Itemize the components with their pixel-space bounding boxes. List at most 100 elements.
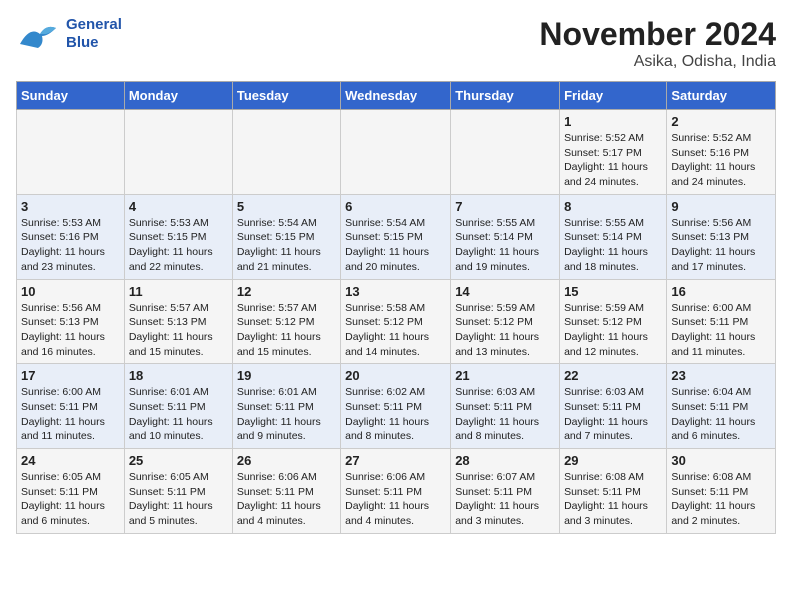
header-cell-sunday: Sunday (17, 82, 125, 110)
calendar-week-5: 24 Sunrise: 6:05 AM Sunset: 5:11 PM Dayli… (17, 449, 776, 534)
calendar-cell: 5 Sunrise: 5:54 AM Sunset: 5:15 PM Daylig… (232, 194, 340, 279)
day-number: 18 (129, 368, 228, 383)
logo-general-text: General (66, 16, 122, 34)
logo-blue-text: Blue (66, 34, 122, 52)
day-info: Sunrise: 5:57 AM Sunset: 5:12 PM Dayligh… (237, 301, 336, 360)
day-info: Sunrise: 6:00 AM Sunset: 5:11 PM Dayligh… (21, 385, 120, 444)
calendar-cell: 7 Sunrise: 5:55 AM Sunset: 5:14 PM Daylig… (451, 194, 560, 279)
day-info: Sunrise: 5:58 AM Sunset: 5:12 PM Dayligh… (345, 301, 446, 360)
day-info: Sunrise: 6:08 AM Sunset: 5:11 PM Dayligh… (671, 470, 771, 529)
calendar-cell: 20 Sunrise: 6:02 AM Sunset: 5:11 PM Dayli… (341, 364, 451, 449)
day-info: Sunrise: 5:56 AM Sunset: 5:13 PM Dayligh… (671, 216, 771, 275)
day-number: 23 (671, 368, 771, 383)
calendar-cell (124, 110, 232, 195)
title-area: November 2024 Asika, Odisha, India (539, 16, 776, 71)
calendar-cell: 19Sunrise: 6:01 AM Sunset: 5:11 PM Dayli… (232, 364, 340, 449)
day-info: Sunrise: 6:02 AM Sunset: 5:11 PM Dayligh… (345, 385, 446, 444)
calendar-cell: 14 Sunrise: 5:59 AM Sunset: 5:12 PM Dayli… (451, 279, 560, 364)
day-number: 21 (455, 368, 555, 383)
calendar-cell: 23 Sunrise: 6:04 AM Sunset: 5:11 PM Dayli… (667, 364, 776, 449)
day-info: Sunrise: 5:59 AM Sunset: 5:12 PM Dayligh… (564, 301, 662, 360)
day-info: Sunrise: 6:05 AM Sunset: 5:11 PM Dayligh… (21, 470, 120, 529)
calendar-cell (17, 110, 125, 195)
day-info: Sunrise: 5:59 AM Sunset: 5:12 PM Dayligh… (455, 301, 555, 360)
day-number: 10 (21, 284, 120, 299)
calendar-cell (451, 110, 560, 195)
day-info: Sunrise: 6:03 AM Sunset: 5:11 PM Dayligh… (564, 385, 662, 444)
location-title: Asika, Odisha, India (539, 53, 776, 71)
calendar-week-4: 17 Sunrise: 6:00 AM Sunset: 5:11 PM Dayli… (17, 364, 776, 449)
calendar-cell: 3Sunrise: 5:53 AM Sunset: 5:16 PM Daylig… (17, 194, 125, 279)
day-number: 27 (345, 453, 446, 468)
day-info: Sunrise: 6:01 AM Sunset: 5:11 PM Dayligh… (129, 385, 228, 444)
day-number: 25 (129, 453, 228, 468)
header-cell-tuesday: Tuesday (232, 82, 340, 110)
calendar-cell: 6Sunrise: 5:54 AM Sunset: 5:15 PM Daylig… (341, 194, 451, 279)
calendar-cell: 21 Sunrise: 6:03 AM Sunset: 5:11 PM Dayli… (451, 364, 560, 449)
day-number: 28 (455, 453, 555, 468)
day-info: Sunrise: 5:55 AM Sunset: 5:14 PM Dayligh… (455, 216, 555, 275)
month-title: November 2024 (539, 16, 776, 53)
day-info: Sunrise: 5:53 AM Sunset: 5:15 PM Dayligh… (129, 216, 228, 275)
day-info: Sunrise: 5:55 AM Sunset: 5:14 PM Dayligh… (564, 216, 662, 275)
calendar-cell: 13 Sunrise: 5:58 AM Sunset: 5:12 PM Dayli… (341, 279, 451, 364)
day-number: 12 (237, 284, 336, 299)
calendar-cell (232, 110, 340, 195)
calendar-cell: 2 Sunrise: 5:52 AM Sunset: 5:16 PM Daylig… (667, 110, 776, 195)
day-number: 26 (237, 453, 336, 468)
calendar-cell: 12 Sunrise: 5:57 AM Sunset: 5:12 PM Dayli… (232, 279, 340, 364)
day-number: 14 (455, 284, 555, 299)
calendar-cell: 29Sunrise: 6:08 AM Sunset: 5:11 PM Dayli… (560, 449, 667, 534)
day-number: 17 (21, 368, 120, 383)
day-info: Sunrise: 5:54 AM Sunset: 5:15 PM Dayligh… (237, 216, 336, 275)
calendar-cell: 22Sunrise: 6:03 AM Sunset: 5:11 PM Dayli… (560, 364, 667, 449)
day-number: 7 (455, 199, 555, 214)
calendar-cell: 4 Sunrise: 5:53 AM Sunset: 5:15 PM Daylig… (124, 194, 232, 279)
day-info: Sunrise: 5:57 AM Sunset: 5:13 PM Dayligh… (129, 301, 228, 360)
header-cell-thursday: Thursday (451, 82, 560, 110)
calendar-table: SundayMondayTuesdayWednesdayThursdayFrid… (16, 81, 776, 534)
calendar-cell: 27 Sunrise: 6:06 AM Sunset: 5:11 PM Dayli… (341, 449, 451, 534)
day-number: 20 (345, 368, 446, 383)
calendar-week-2: 3Sunrise: 5:53 AM Sunset: 5:16 PM Daylig… (17, 194, 776, 279)
day-number: 5 (237, 199, 336, 214)
day-number: 13 (345, 284, 446, 299)
day-info: Sunrise: 5:53 AM Sunset: 5:16 PM Dayligh… (21, 216, 120, 275)
logo: GeneralBlue (16, 16, 122, 56)
calendar-cell: 25Sunrise: 6:05 AM Sunset: 5:11 PM Dayli… (124, 449, 232, 534)
day-info: Sunrise: 6:07 AM Sunset: 5:11 PM Dayligh… (455, 470, 555, 529)
header-cell-wednesday: Wednesday (341, 82, 451, 110)
day-number: 24 (21, 453, 120, 468)
header-cell-monday: Monday (124, 82, 232, 110)
day-info: Sunrise: 6:03 AM Sunset: 5:11 PM Dayligh… (455, 385, 555, 444)
day-info: Sunrise: 5:56 AM Sunset: 5:13 PM Dayligh… (21, 301, 120, 360)
day-number: 8 (564, 199, 662, 214)
day-info: Sunrise: 6:06 AM Sunset: 5:11 PM Dayligh… (237, 470, 336, 529)
day-number: 11 (129, 284, 228, 299)
day-info: Sunrise: 6:00 AM Sunset: 5:11 PM Dayligh… (671, 301, 771, 360)
header-cell-friday: Friday (560, 82, 667, 110)
calendar-cell: 28 Sunrise: 6:07 AM Sunset: 5:11 PM Dayli… (451, 449, 560, 534)
day-info: Sunrise: 6:04 AM Sunset: 5:11 PM Dayligh… (671, 385, 771, 444)
day-info: Sunrise: 5:52 AM Sunset: 5:17 PM Dayligh… (564, 131, 662, 190)
calendar-cell: 24 Sunrise: 6:05 AM Sunset: 5:11 PM Dayli… (17, 449, 125, 534)
calendar-cell: 10 Sunrise: 5:56 AM Sunset: 5:13 PM Dayli… (17, 279, 125, 364)
day-number: 1 (564, 114, 662, 129)
day-number: 15 (564, 284, 662, 299)
day-number: 19 (237, 368, 336, 383)
calendar-cell: 9 Sunrise: 5:56 AM Sunset: 5:13 PM Daylig… (667, 194, 776, 279)
calendar-cell: 26 Sunrise: 6:06 AM Sunset: 5:11 PM Dayli… (232, 449, 340, 534)
day-number: 9 (671, 199, 771, 214)
calendar-cell: 15 Sunrise: 5:59 AM Sunset: 5:12 PM Dayli… (560, 279, 667, 364)
day-number: 2 (671, 114, 771, 129)
day-number: 6 (345, 199, 446, 214)
day-info: Sunrise: 6:08 AM Sunset: 5:11 PM Dayligh… (564, 470, 662, 529)
calendar-cell: 1 Sunrise: 5:52 AM Sunset: 5:17 PM Daylig… (560, 110, 667, 195)
day-info: Sunrise: 6:06 AM Sunset: 5:11 PM Dayligh… (345, 470, 446, 529)
header-cell-saturday: Saturday (667, 82, 776, 110)
calendar-cell: 17 Sunrise: 6:00 AM Sunset: 5:11 PM Dayli… (17, 364, 125, 449)
day-info: Sunrise: 5:52 AM Sunset: 5:16 PM Dayligh… (671, 131, 771, 190)
calendar-week-1: 1 Sunrise: 5:52 AM Sunset: 5:17 PM Daylig… (17, 110, 776, 195)
day-number: 4 (129, 199, 228, 214)
calendar-cell: 30Sunrise: 6:08 AM Sunset: 5:11 PM Dayli… (667, 449, 776, 534)
